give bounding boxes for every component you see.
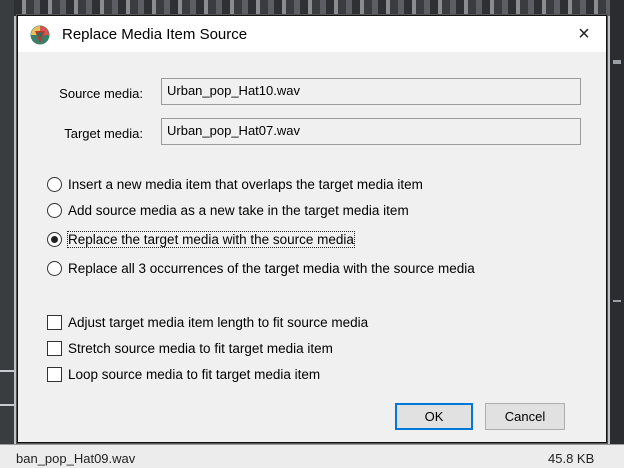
source-media-field[interactable]: Urban_pop_Hat10.wav [161,78,581,105]
source-media-label: Source media: [59,86,143,101]
target-media-field[interactable]: Urban_pop_Hat07.wav [161,118,581,145]
radio-label: Replace the target media with the source… [67,231,355,248]
checkbox-label: Stretch source media to fit target media… [68,341,333,356]
background-file-name: ban_pop_Hat09.wav [16,451,136,466]
dialog-titlebar[interactable]: Replace Media Item Source × [18,16,606,52]
background-file-row[interactable]: ban_pop_Hat09.wav 45.8 KB [0,444,624,468]
checkbox[interactable] [47,367,62,382]
radio-button[interactable] [47,177,62,192]
background-left-panel [0,0,14,467]
radio-label: Add source media as a new take in the ta… [68,203,409,218]
radio-button[interactable] [47,203,62,218]
checkbox[interactable] [47,315,62,330]
cancel-button[interactable]: Cancel [485,403,565,430]
target-media-label: Target media: [64,126,143,141]
checkbox-label: Loop source media to fit target media it… [68,367,321,382]
radio-button-selected[interactable] [47,232,62,247]
ok-button[interactable]: OK [395,403,473,430]
background-file-size: 45.8 KB [548,451,595,466]
radio-replace-all[interactable]: Replace all 3 occurrences of the target … [47,260,547,280]
close-button[interactable]: × [564,16,604,52]
reaper-logo-icon [30,25,50,45]
background-right-panel [610,0,624,467]
replace-media-dialog: Replace Media Item Source × Source media… [16,14,608,444]
checkbox[interactable] [47,341,62,356]
radio-label: Replace all 3 occurrences of the target … [68,261,475,276]
radio-label: Insert a new media item that overlaps th… [68,177,423,192]
radio-button[interactable] [47,261,62,276]
dialog-title: Replace Media Item Source [62,26,248,43]
checkbox-label: Adjust target media item length to fit s… [68,315,369,330]
